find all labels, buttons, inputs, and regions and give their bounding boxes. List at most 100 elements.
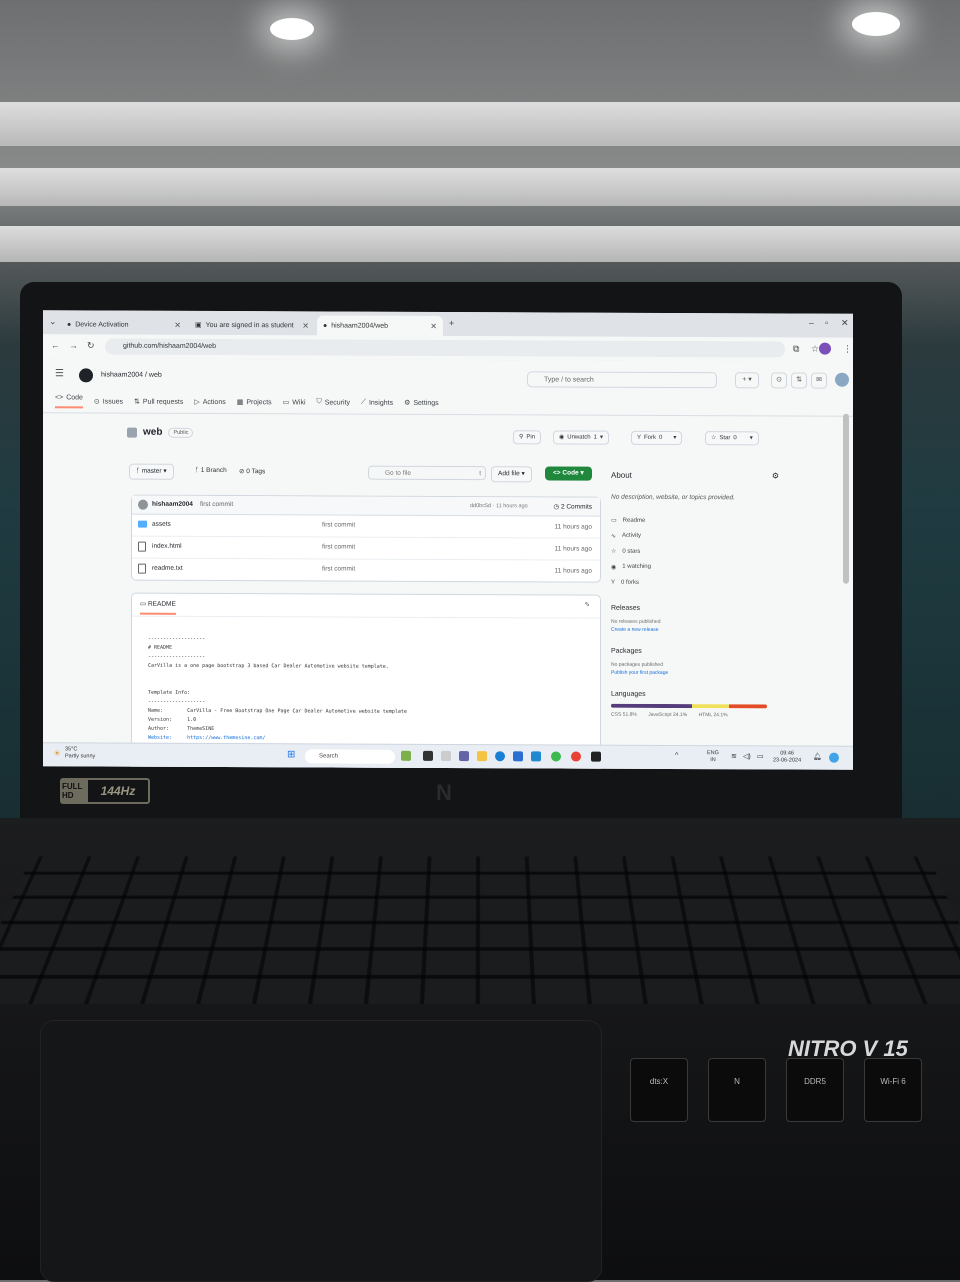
language-entry[interactable]: JavaScript 24.1% bbox=[648, 711, 687, 717]
page-scrollbar[interactable] bbox=[843, 413, 849, 584]
star-button[interactable]: ☆ Star 0 ▾ bbox=[705, 431, 759, 446]
widget-icon[interactable] bbox=[401, 750, 411, 761]
tab-insights[interactable]: ⟋ Insights bbox=[361, 396, 393, 410]
stars-link[interactable]: ☆ 0 stars bbox=[611, 544, 791, 560]
create-release-link[interactable]: Create a new release bbox=[611, 626, 659, 632]
repo-name[interactable]: web bbox=[143, 427, 162, 438]
breadcrumb-owner[interactable]: hishaam2004 bbox=[101, 371, 143, 378]
commit-hash-time[interactable]: dd0bc5d · 11 hours ago bbox=[470, 503, 528, 509]
gear-icon[interactable]: ⚙ bbox=[772, 471, 779, 480]
table-row[interactable]: readme.txt first commit 11 hours ago bbox=[132, 559, 600, 582]
file-commit-message[interactable]: first commit bbox=[322, 565, 355, 572]
fork-button[interactable]: Y Fork 0 ▾ bbox=[631, 430, 683, 446]
tab-wiki[interactable]: ▭ Wiki bbox=[283, 395, 306, 409]
close-icon[interactable]: ✕ bbox=[174, 320, 181, 329]
weather-widget[interactable]: 35°C Partly sunny bbox=[65, 746, 95, 760]
close-icon[interactable]: ✕ bbox=[430, 321, 437, 330]
browser-tab-active[interactable]: ● hishaam2004/web ✕ bbox=[317, 315, 443, 336]
file-explorer-icon[interactable] bbox=[477, 751, 487, 762]
tab-security[interactable]: ⛉ Security bbox=[317, 395, 351, 409]
vscode-icon[interactable] bbox=[531, 751, 541, 762]
readme-tab[interactable]: ▭ README bbox=[140, 599, 176, 615]
tags-link[interactable]: ⊘ 0 Tags bbox=[239, 467, 265, 475]
releases-title[interactable]: Releases bbox=[611, 604, 791, 612]
create-new-icon[interactable]: + ▾ bbox=[735, 372, 759, 389]
browser-tab[interactable]: ● Device Activation ✕ bbox=[61, 314, 187, 335]
copilot-icon[interactable] bbox=[829, 752, 839, 763]
inbox-icon[interactable]: ✉ bbox=[811, 372, 827, 389]
store-icon[interactable] bbox=[513, 751, 523, 762]
pin-button[interactable]: ⚲ Pin bbox=[513, 430, 542, 445]
window-close-icon[interactable]: ✕ bbox=[841, 318, 849, 329]
publish-package-link[interactable]: Publish your first package bbox=[611, 669, 668, 675]
table-row[interactable]: index.html first commit 11 hours ago bbox=[132, 536, 600, 561]
bookmark-star-icon[interactable]: ☆ bbox=[811, 344, 819, 355]
github-logo-icon[interactable] bbox=[79, 368, 93, 383]
tab-projects[interactable]: ▦ Projects bbox=[237, 395, 272, 409]
commit-author[interactable]: hishaam2004 bbox=[152, 501, 193, 508]
packages-title[interactable]: Packages bbox=[611, 647, 791, 655]
add-file-button[interactable]: Add file ▾ bbox=[491, 466, 532, 483]
go-to-file-input[interactable]: Go to file t bbox=[368, 465, 486, 481]
readme-link[interactable]: ▭ Readme bbox=[611, 513, 791, 529]
unwatch-button[interactable]: ◉ Unwatch 1 ▾ bbox=[553, 430, 609, 445]
terminal-icon[interactable] bbox=[591, 751, 601, 762]
browser-menu-icon[interactable]: ⋮ bbox=[843, 344, 852, 355]
file-commit-message[interactable]: first commit bbox=[322, 521, 355, 528]
watching-link[interactable]: ◉ 1 watching bbox=[611, 559, 791, 575]
wifi-icon[interactable]: ≋ bbox=[731, 752, 737, 760]
back-icon[interactable]: ← bbox=[51, 340, 60, 350]
file-commit-message[interactable]: first commit bbox=[322, 543, 355, 550]
tab-search-icon[interactable]: ⌄ bbox=[49, 316, 57, 327]
user-avatar[interactable] bbox=[835, 372, 849, 387]
tab-code[interactable]: <> Code bbox=[55, 394, 83, 409]
breadcrumb-repo[interactable]: web bbox=[149, 372, 162, 379]
battery-icon[interactable]: ▭ bbox=[757, 752, 764, 760]
issues-icon[interactable]: ⊙ bbox=[771, 372, 787, 389]
taskbar-search[interactable]: Search bbox=[305, 749, 395, 764]
file-name[interactable]: readme.txt bbox=[152, 565, 183, 572]
avatar[interactable] bbox=[138, 499, 148, 510]
tab-pull-requests[interactable]: ⇅ Pull requests bbox=[134, 395, 183, 409]
clock[interactable]: 09:46 23-06-2024 bbox=[773, 750, 801, 764]
forward-icon[interactable]: → bbox=[69, 340, 78, 350]
language-entry[interactable]: HTML 24.1% bbox=[699, 712, 728, 718]
file-name[interactable]: assets bbox=[152, 521, 171, 528]
forks-link[interactable]: Y 0 forks bbox=[611, 575, 791, 591]
language-entry[interactable]: CSS 51.8% bbox=[611, 711, 637, 717]
tab-settings[interactable]: ⚙ Settings bbox=[404, 396, 439, 410]
profile-avatar[interactable] bbox=[819, 342, 831, 355]
commit-message[interactable]: first commit bbox=[200, 501, 233, 508]
maximize-icon[interactable]: ▫ bbox=[825, 318, 828, 328]
commits-link[interactable]: ◷ 2 Commits bbox=[553, 502, 592, 510]
notification-bell-icon[interactable]: 🔔︎ bbox=[813, 753, 822, 761]
hamburger-menu-icon[interactable]: ☰ bbox=[55, 368, 64, 379]
close-icon[interactable]: ✕ bbox=[302, 321, 309, 330]
code-button[interactable]: <> Code ▾ bbox=[545, 466, 592, 481]
app-icon[interactable] bbox=[441, 750, 451, 762]
tab-issues[interactable]: ⊙ Issues bbox=[94, 394, 123, 408]
cast-icon[interactable]: ⧉ bbox=[793, 344, 799, 355]
volume-icon[interactable]: ◁) bbox=[743, 752, 751, 760]
chevron-up-icon[interactable]: ^ bbox=[675, 752, 678, 759]
windows-start-icon[interactable]: ⊞ bbox=[287, 749, 295, 760]
reload-icon[interactable]: ↻ bbox=[87, 340, 95, 351]
chrome-icon[interactable] bbox=[571, 751, 581, 762]
touchpad[interactable] bbox=[40, 1020, 602, 1282]
minimize-icon[interactable]: – bbox=[809, 318, 814, 328]
whatsapp-icon[interactable] bbox=[551, 751, 561, 762]
search-input[interactable]: Type / to search bbox=[527, 371, 717, 389]
tab-actions[interactable]: ▷ Actions bbox=[194, 395, 225, 409]
pull-requests-icon[interactable]: ⇅ bbox=[791, 372, 807, 389]
branch-select[interactable]: ᚶ master ▾ bbox=[129, 463, 174, 480]
activity-link[interactable]: ∿ Activity bbox=[611, 528, 791, 544]
browser-tab[interactable]: ▣ You are signed in as student ✕ bbox=[189, 315, 315, 336]
new-tab-icon[interactable]: + bbox=[449, 318, 454, 328]
file-name[interactable]: index.html bbox=[152, 543, 182, 550]
table-row[interactable]: assets first commit 11 hours ago bbox=[132, 514, 600, 539]
edit-pencil-icon[interactable]: ✎ bbox=[585, 601, 590, 609]
url-input[interactable]: github.com/hishaam2004/web bbox=[105, 338, 785, 358]
edge-icon[interactable] bbox=[495, 751, 505, 762]
taskview-icon[interactable] bbox=[423, 750, 433, 761]
branches-link[interactable]: ᚶ 1 Branch bbox=[195, 467, 227, 474]
